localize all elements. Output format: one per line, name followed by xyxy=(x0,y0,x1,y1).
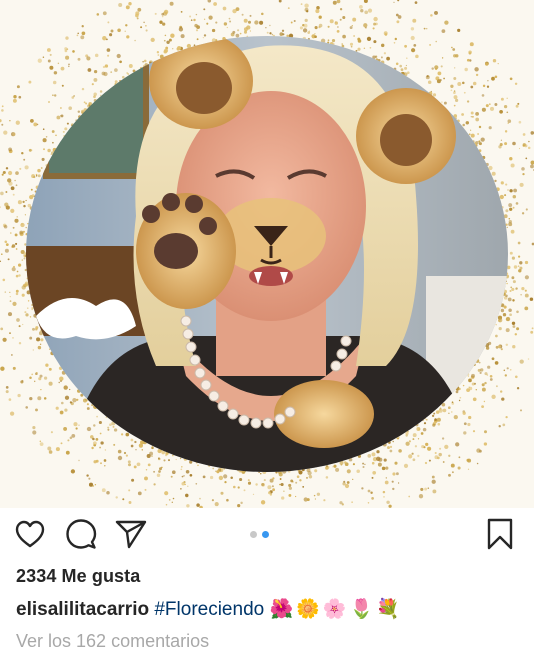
caption-username[interactable]: elisalilitacarrio xyxy=(16,599,149,620)
paper-plane-icon[interactable] xyxy=(113,516,149,552)
caption-emojis: 🌺🌼🌸🌷💐 xyxy=(269,599,403,620)
post-image[interactable] xyxy=(0,0,534,508)
carousel-dot-active xyxy=(262,531,269,538)
carousel-dot xyxy=(250,531,257,538)
heart-icon[interactable] xyxy=(12,516,48,552)
instagram-post-screen: 2334 Me gusta elisalilitacarrio #Floreci… xyxy=(0,0,534,647)
post-caption: elisalilitacarrio #Floreciendo 🌺🌼🌸🌷💐 xyxy=(16,597,403,621)
carousel-indicator xyxy=(250,531,269,538)
caption-hashtag[interactable]: #Floreciendo xyxy=(154,599,264,620)
profile-photo-circle xyxy=(26,36,508,472)
view-comments-link[interactable]: Ver los 162 comentarios xyxy=(16,631,209,647)
likes-count[interactable]: 2334 Me gusta xyxy=(16,566,140,587)
comment-bubble-icon[interactable] xyxy=(63,516,99,552)
post-action-bar xyxy=(0,512,534,558)
bookmark-icon[interactable] xyxy=(482,516,518,552)
lion-filter-portrait xyxy=(26,36,508,472)
